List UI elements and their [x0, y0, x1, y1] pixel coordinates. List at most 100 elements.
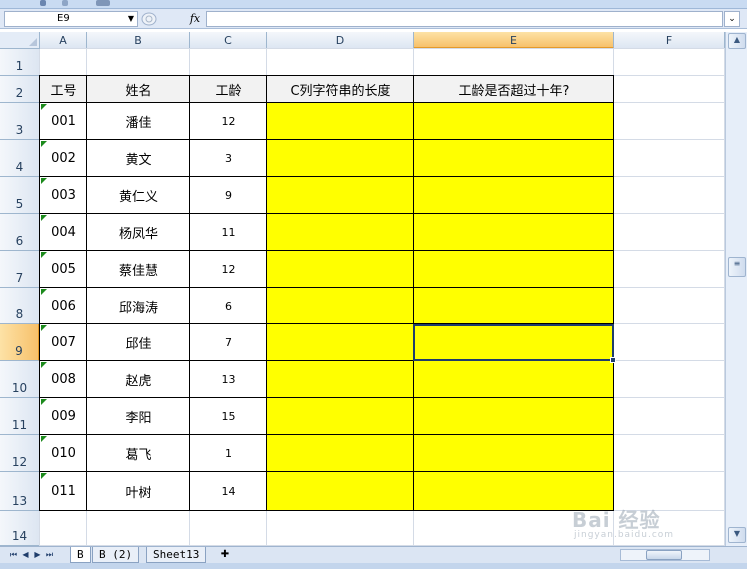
employee-id-cell[interactable]: 004	[40, 214, 87, 251]
name-cell[interactable]: 叶树	[87, 472, 190, 511]
over-ten-years-cell[interactable]	[414, 140, 614, 177]
column-header-d[interactable]: D	[267, 32, 414, 49]
chevron-down-icon[interactable]: ▼	[128, 12, 134, 26]
c-length-cell[interactable]	[267, 214, 414, 251]
formula-cancel-icon[interactable]	[140, 11, 158, 27]
name-cell[interactable]: 邱海涛	[87, 288, 190, 324]
insert-function-icon[interactable]: fx	[186, 11, 204, 27]
seniority-cell[interactable]: 11	[190, 214, 267, 251]
seniority-cell[interactable]: 12	[190, 103, 267, 140]
name-cell[interactable]: 蔡佳慧	[87, 251, 190, 288]
seniority-cell[interactable]: 15	[190, 398, 267, 435]
employee-id-cell[interactable]: 011	[40, 472, 87, 511]
c-length-cell[interactable]	[267, 177, 414, 214]
column-header-e[interactable]: E	[414, 32, 614, 49]
next-sheet-icon[interactable]: ▶	[32, 549, 43, 561]
seniority-cell[interactable]: 1	[190, 435, 267, 472]
column-header-c[interactable]: C	[190, 32, 267, 49]
first-sheet-icon[interactable]: ⏮	[8, 549, 19, 561]
employee-id-cell[interactable]: 003	[40, 177, 87, 214]
formula-input[interactable]	[206, 11, 723, 27]
c-length-cell[interactable]	[267, 361, 414, 398]
name-cell[interactable]: 邱佳	[87, 324, 190, 361]
name-cell[interactable]: 李阳	[87, 398, 190, 435]
name-cell[interactable]: 潘佳	[87, 103, 190, 140]
c-length-cell[interactable]	[267, 324, 414, 361]
horizontal-scroll-thumb[interactable]	[646, 550, 682, 560]
over-ten-years-cell[interactable]	[414, 177, 614, 214]
row-header-7[interactable]: 7	[0, 251, 40, 288]
sheet-tab-b[interactable]: B	[70, 547, 91, 563]
redo-icon[interactable]	[62, 0, 68, 6]
header-over-ten-years[interactable]: 工龄是否超过十年?	[414, 76, 614, 103]
employee-id-cell[interactable]: 005	[40, 251, 87, 288]
employee-id-cell[interactable]: 007	[40, 324, 87, 361]
column-header-f[interactable]: F	[614, 32, 725, 49]
seniority-cell[interactable]: 9	[190, 177, 267, 214]
vertical-scrollbar[interactable]: ▲ ≡ ▼	[725, 32, 747, 546]
column-header-b[interactable]: B	[87, 32, 190, 49]
row-header-14[interactable]: 14	[0, 511, 40, 546]
employee-id-cell[interactable]: 006	[40, 288, 87, 324]
c-length-cell[interactable]	[267, 435, 414, 472]
seniority-cell[interactable]: 13	[190, 361, 267, 398]
last-sheet-icon[interactable]: ⏭	[44, 549, 55, 561]
fill-handle[interactable]	[610, 357, 616, 363]
seniority-cell[interactable]: 3	[190, 140, 267, 177]
row-header-4[interactable]: 4	[0, 140, 40, 177]
seniority-cell[interactable]: 7	[190, 324, 267, 361]
row-header-10[interactable]: 10	[0, 361, 40, 398]
row-header-1[interactable]: 1	[0, 49, 40, 76]
print-icon[interactable]	[96, 0, 110, 6]
name-cell[interactable]: 黄文	[87, 140, 190, 177]
expand-formula-bar-icon[interactable]: ⌄	[724, 11, 740, 27]
insert-sheet-icon[interactable]: ✚	[216, 548, 234, 562]
over-ten-years-cell[interactable]	[414, 288, 614, 324]
row-header-8[interactable]: 8	[0, 288, 40, 324]
employee-id-cell[interactable]: 009	[40, 398, 87, 435]
vertical-scroll-thumb[interactable]: ≡	[728, 257, 746, 277]
row-header-9[interactable]: 9	[0, 324, 40, 361]
c-length-cell[interactable]	[267, 398, 414, 435]
c-length-cell[interactable]	[267, 103, 414, 140]
over-ten-years-cell[interactable]	[414, 251, 614, 288]
header-name[interactable]: 姓名	[87, 76, 190, 103]
over-ten-years-cell[interactable]	[414, 435, 614, 472]
prev-sheet-icon[interactable]: ◀	[20, 549, 31, 561]
row-header-12[interactable]: 12	[0, 435, 40, 472]
sheet-tab-sheet13[interactable]: Sheet13	[146, 547, 207, 563]
c-length-cell[interactable]	[267, 140, 414, 177]
header-employee-id[interactable]: 工号	[40, 76, 87, 103]
row-header-11[interactable]: 11	[0, 398, 40, 435]
c-length-cell[interactable]	[267, 251, 414, 288]
name-cell[interactable]: 赵虎	[87, 361, 190, 398]
c-length-cell[interactable]	[267, 472, 414, 511]
row-header-5[interactable]: 5	[0, 177, 40, 214]
name-cell[interactable]: 葛飞	[87, 435, 190, 472]
employee-id-cell[interactable]: 008	[40, 361, 87, 398]
column-header-a[interactable]: A	[40, 32, 87, 49]
undo-icon[interactable]	[40, 0, 46, 6]
select-all-corner[interactable]	[0, 32, 40, 49]
row-header-2[interactable]: 2	[0, 76, 40, 103]
header-c-length[interactable]: C列字符串的长度	[267, 76, 414, 103]
employee-id-cell[interactable]: 002	[40, 140, 87, 177]
row-header-3[interactable]: 3	[0, 103, 40, 140]
seniority-cell[interactable]: 12	[190, 251, 267, 288]
over-ten-years-cell[interactable]	[414, 361, 614, 398]
over-ten-years-cell[interactable]	[414, 103, 614, 140]
name-cell[interactable]: 黄仁义	[87, 177, 190, 214]
row-header-6[interactable]: 6	[0, 214, 40, 251]
over-ten-years-cell[interactable]	[414, 398, 614, 435]
employee-id-cell[interactable]: 010	[40, 435, 87, 472]
c-length-cell[interactable]	[267, 288, 414, 324]
seniority-cell[interactable]: 14	[190, 472, 267, 511]
sheet-tab-b-2[interactable]: B (2)	[92, 547, 140, 563]
seniority-cell[interactable]: 6	[190, 288, 267, 324]
scroll-up-icon[interactable]: ▲	[728, 33, 746, 49]
scroll-down-icon[interactable]: ▼	[728, 527, 746, 543]
header-seniority[interactable]: 工龄	[190, 76, 267, 103]
name-cell[interactable]: 杨凤华	[87, 214, 190, 251]
active-cell-e9[interactable]	[413, 324, 614, 361]
over-ten-years-cell[interactable]	[414, 214, 614, 251]
